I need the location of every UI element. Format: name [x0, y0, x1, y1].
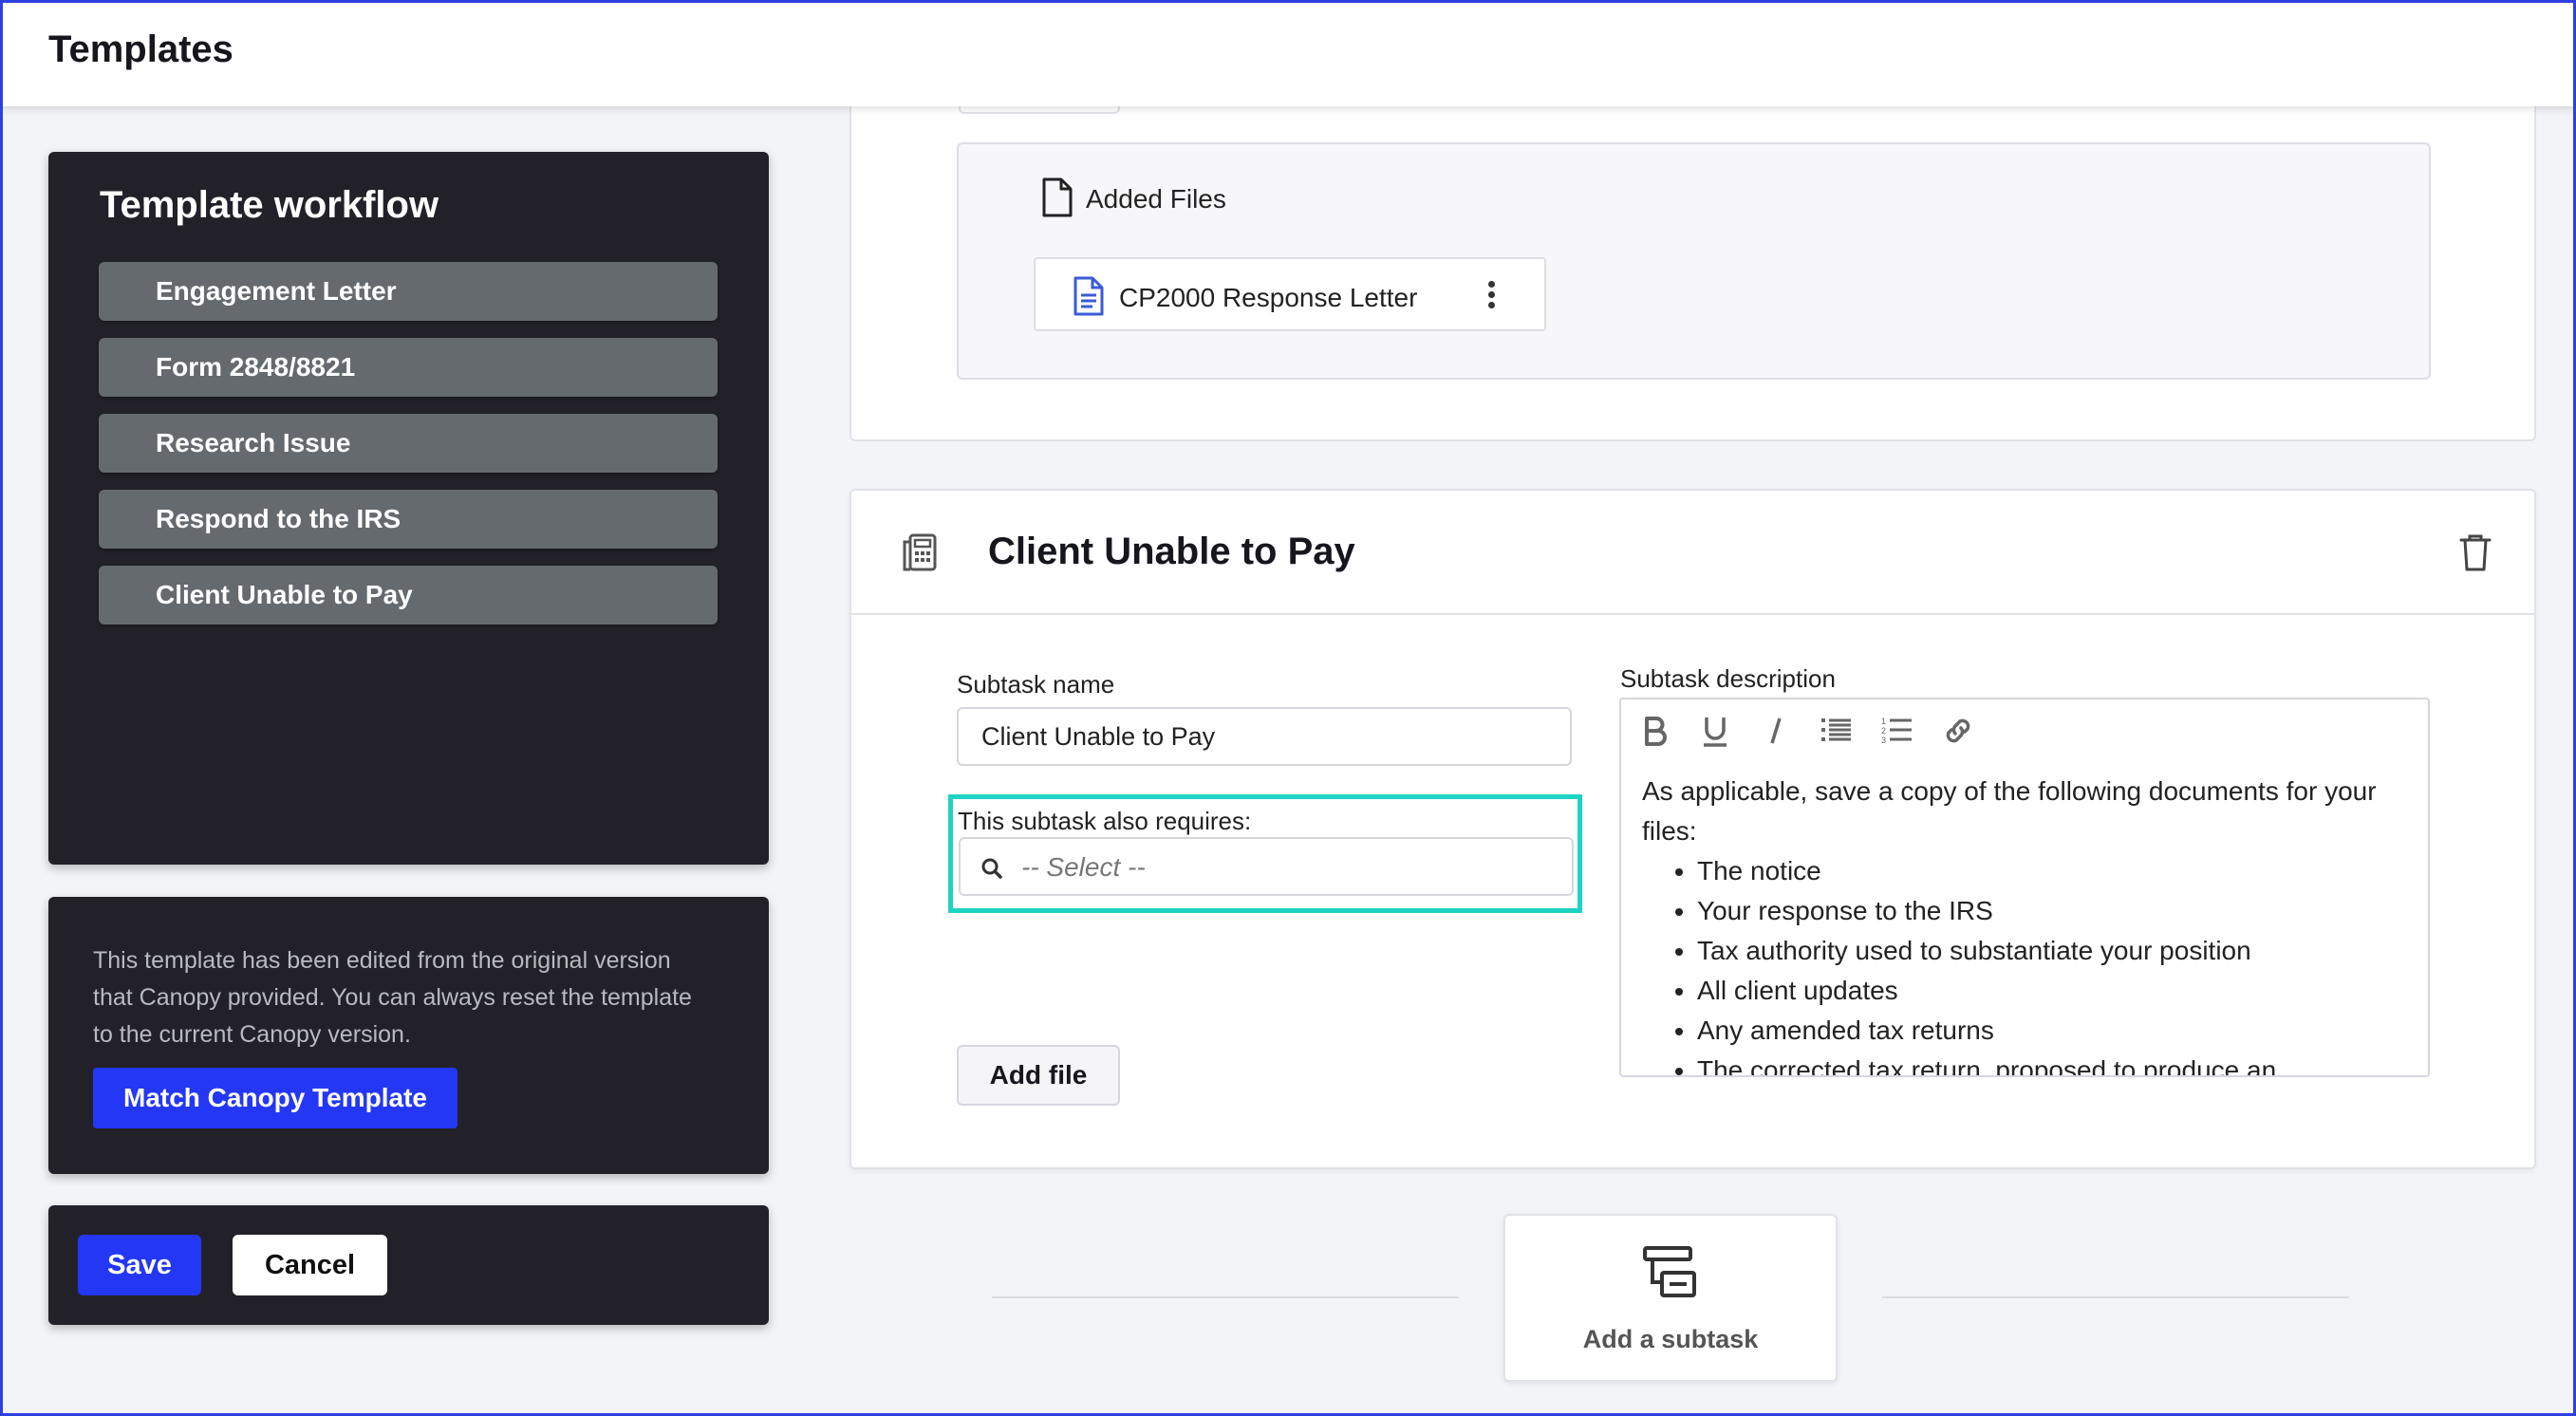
requires-highlight: This subtask also requires: -- Select -- [948, 794, 1582, 913]
document-icon [1073, 276, 1104, 316]
workflow-item-form-2848[interactable]: Form 2848/8821 [99, 338, 718, 397]
svg-text:1: 1 [1881, 717, 1886, 726]
editor-content[interactable]: As applicable, save a copy of the follow… [1642, 772, 2411, 1075]
calculator-icon [903, 533, 937, 571]
description-list-item: Any amended tax returns [1697, 1011, 2411, 1051]
more-options-icon[interactable] [1482, 278, 1501, 316]
svg-text:2: 2 [1881, 726, 1886, 736]
file-icon [1042, 177, 1073, 217]
page-title: Templates [48, 28, 233, 70]
bulleted-list-icon[interactable] [1819, 713, 1855, 749]
subtask-name-label: Subtask name [957, 670, 1115, 699]
svg-text:3: 3 [1881, 736, 1886, 745]
workflow-item-research-issue[interactable]: Research Issue [99, 414, 718, 473]
description-list-item: Tax authority used to substantiate your … [1697, 931, 2411, 971]
description-list-item: Your response to the IRS [1697, 891, 2411, 931]
description-list-item: The notice [1697, 851, 2411, 891]
editor-toolbar: 1 2 3 [1621, 699, 2428, 762]
divider-left [992, 1296, 1459, 1298]
reset-notice-panel: This template has been edited from the o… [48, 897, 769, 1174]
action-panel: Save Cancel [48, 1205, 769, 1325]
description-list-item: The corrected tax return, proposed to pr… [1697, 1051, 2411, 1075]
search-icon [981, 858, 1002, 879]
workflow-title: Template workflow [100, 184, 439, 226]
reset-notice-text: This template has been edited from the o… [93, 947, 692, 1048]
added-files-label: Added Files [1086, 184, 1226, 214]
description-editor[interactable]: 1 2 3 As applicable, save a copy of the … [1619, 698, 2430, 1077]
trash-icon[interactable] [2458, 532, 2492, 572]
add-subtask-icon [1643, 1246, 1696, 1297]
top-bar: Templates [0, 0, 2576, 106]
add-subtask-label: Add a subtask [1582, 1325, 1759, 1353]
subtask-card: Client Unable to Pay Subtask name This s… [849, 489, 2536, 1169]
add-file-button[interactable]: Add file [957, 1045, 1120, 1106]
select-placeholder: -- Select -- [1021, 852, 1146, 882]
workflow-item-engagement-letter[interactable]: Engagement Letter [99, 262, 718, 321]
requires-label: This subtask also requires: [958, 807, 1252, 835]
divider-right [1882, 1296, 2349, 1298]
file-name: CP2000 Response Letter [1119, 283, 1418, 312]
workflow-item-respond-irs[interactable]: Respond to the IRS [99, 490, 718, 549]
added-files-box: Added Files CP2000 Response Letter [957, 142, 2431, 380]
save-button[interactable]: Save [78, 1235, 201, 1295]
workflow-item-client-unable-to-pay[interactable]: Client Unable to Pay [99, 566, 718, 624]
link-icon[interactable] [1940, 713, 1976, 749]
cancel-button[interactable]: Cancel [233, 1235, 387, 1295]
bold-icon[interactable] [1636, 713, 1672, 749]
add-subtask-button[interactable]: Add a subtask [1503, 1214, 1838, 1382]
description-intro: As applicable, save a copy of the follow… [1642, 776, 2377, 846]
subtask-description-label: Subtask description [1620, 664, 1836, 693]
subtask-name-input[interactable] [957, 707, 1572, 766]
subtask-title: Client Unable to Pay [988, 531, 1355, 572]
numbered-list-icon[interactable]: 1 2 3 [1879, 713, 1915, 749]
match-canopy-template-button[interactable]: Match Canopy Template [93, 1068, 457, 1128]
underline-icon[interactable] [1697, 713, 1733, 749]
file-chip[interactable]: CP2000 Response Letter [1034, 257, 1546, 331]
description-list: The notice Your response to the IRS Tax … [1697, 851, 2411, 1075]
description-list-item: All client updates [1697, 971, 2411, 1011]
requires-select[interactable]: -- Select -- [959, 837, 1574, 896]
previous-subtask-card: Added Files CP2000 Response Letter [849, 57, 2536, 441]
template-workflow-panel: Template workflow Engagement Letter Form… [48, 152, 769, 865]
subtask-header: Client Unable to Pay [851, 491, 2534, 615]
italic-icon[interactable] [1758, 713, 1794, 749]
